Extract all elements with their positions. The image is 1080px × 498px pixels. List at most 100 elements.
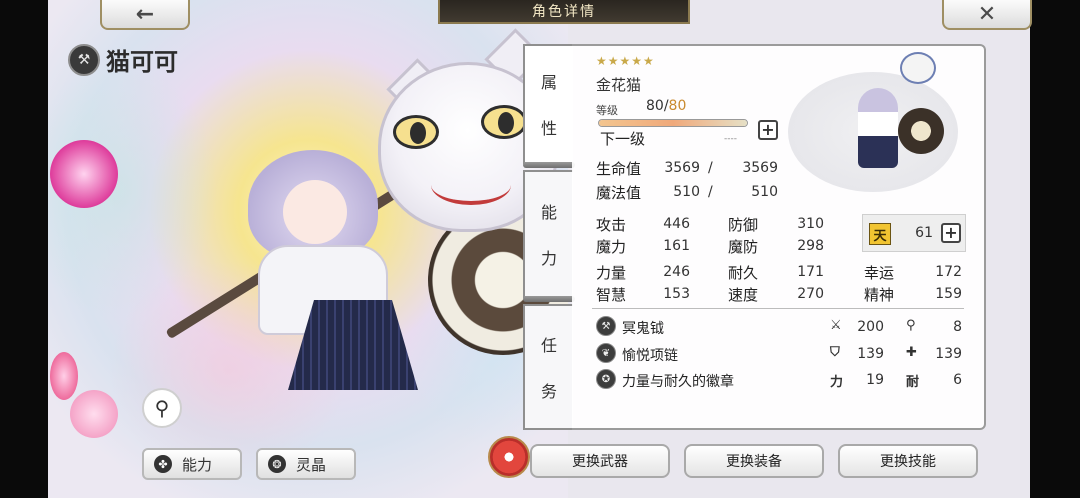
stat-speed-label: 速度 xyxy=(728,286,759,304)
tab-quest-label-2: 务 xyxy=(540,382,557,401)
equipment-necklace-stat1: 139 xyxy=(857,346,884,362)
tab-attributes-label-2: 性 xyxy=(540,119,557,138)
heaven-plus-button[interactable]: + xyxy=(941,223,961,243)
ability-icon: ✤ xyxy=(154,455,172,473)
equipment-badge-stat2: 6 xyxy=(953,372,962,388)
level-value: 80/80 xyxy=(646,98,687,114)
mask-eye-right xyxy=(481,105,527,139)
change-skill-button[interactable]: 更换技能 xyxy=(838,444,978,478)
stat-spirit-label: 精神 xyxy=(864,286,895,304)
change-equipment-button[interactable]: 更换装备 xyxy=(684,444,824,478)
tab-attributes[interactable]: 属 性 xyxy=(523,44,573,164)
level-up-plus-button[interactable]: + xyxy=(758,120,778,140)
stat-endurance-value: 171 xyxy=(797,264,824,280)
next-level-value: ---- xyxy=(724,134,737,144)
shield-icon: ⛉ xyxy=(830,345,840,360)
equipment-weapon-stat1: 200 xyxy=(857,319,884,335)
badge-icon: ✪ xyxy=(596,369,616,389)
heaven-stat-box: 天 61 + xyxy=(862,214,966,252)
equipment-necklace-name[interactable]: 愉悦项链 xyxy=(622,345,678,365)
tab-quest[interactable]: 任 务 xyxy=(523,304,573,430)
chibi-character xyxy=(858,88,898,168)
character-name: ⚒ 猫可可 xyxy=(68,42,178,77)
tab-ability-label-2: 力 xyxy=(540,249,557,268)
sword-icon: ⚔ xyxy=(830,318,842,333)
stat-spirit-value: 159 xyxy=(935,286,962,302)
chibi-preview xyxy=(788,52,968,194)
character-detail-screen: ← 角色详情 ✕ ⚒ 猫可可 ⚲ ✤ 能力 ❂ 灵晶 属 性 能 力 任 务 ★… xyxy=(0,0,1080,498)
hp-label: 生命值 xyxy=(596,160,642,178)
necklace-icon: ❦ xyxy=(596,343,616,363)
page-title: 角色详情 xyxy=(438,0,690,24)
stat-magic-defense-value: 298 xyxy=(797,238,824,254)
stat-strength-label: 力量 xyxy=(596,264,627,282)
tab-ability[interactable]: 能 力 xyxy=(523,170,573,298)
chibi-axe xyxy=(898,108,944,154)
character-face xyxy=(283,180,347,244)
tab-divider xyxy=(523,296,575,302)
crystal-label: 灵晶 xyxy=(296,455,327,474)
side-tabs: 属 性 能 力 任 务 xyxy=(523,44,575,430)
stat-magic-value: 161 xyxy=(663,238,690,254)
stat-magic-label: 魔力 xyxy=(596,238,627,256)
level-progress-bar xyxy=(598,119,748,127)
zoom-search-button[interactable]: ⚲ xyxy=(142,388,182,428)
stats-panel: ★★★★★ 金花猫 等级 80/80 下一级 ---- + 生命值 3569 /… xyxy=(572,44,986,430)
rarity-stars: ★★★★★ xyxy=(596,54,655,68)
endurance-glyph-icon: 耐 xyxy=(906,375,920,390)
lotus-orb-decoration xyxy=(70,390,118,438)
back-button[interactable]: ← xyxy=(100,0,190,30)
mask-eye-left xyxy=(393,115,439,149)
equipment-badge-name[interactable]: 力量与耐久的徽章 xyxy=(622,371,734,391)
crystal-button[interactable]: ❂ 灵晶 xyxy=(256,448,356,480)
staff-icon: ⚲ xyxy=(906,318,916,333)
back-arrow-icon: ← xyxy=(135,1,155,27)
stats-divider xyxy=(592,308,964,309)
pink-orb-decoration xyxy=(50,140,118,208)
tab-ability-label-1: 能 xyxy=(540,203,557,222)
stat-strength-value: 246 xyxy=(663,264,690,280)
shield-cross-icon: ✚ xyxy=(906,345,917,360)
hp-current: 3569 xyxy=(664,160,700,176)
equipment-necklace-stat2: 139 xyxy=(935,346,962,362)
stat-magic-defense-label: 魔防 xyxy=(728,238,759,256)
stat-speed-value: 270 xyxy=(797,286,824,302)
axe-icon: ⚒ xyxy=(596,316,616,336)
flower-orb-icon xyxy=(488,436,530,478)
tab-divider xyxy=(523,162,575,168)
close-button[interactable]: ✕ xyxy=(942,0,1032,30)
next-level-label: 下一级 xyxy=(600,130,646,148)
heaven-value: 61 xyxy=(915,225,933,241)
stat-attack-value: 446 xyxy=(663,216,690,232)
ability-button[interactable]: ✤ 能力 xyxy=(142,448,242,480)
equipment-weapon-stat2: 8 xyxy=(953,319,962,335)
stat-defense-label: 防御 xyxy=(728,216,759,234)
stat-endurance-label: 耐久 xyxy=(728,264,759,282)
pet-mascot-icon xyxy=(900,52,936,84)
equipment-weapon-name[interactable]: 冥鬼钺 xyxy=(622,318,664,338)
tab-quest-label-1: 任 xyxy=(540,336,557,355)
crystal-icon: ❂ xyxy=(268,455,286,473)
class-name: 金花猫 xyxy=(596,76,642,94)
mp-label: 魔法值 xyxy=(596,184,642,202)
level-current: 80 xyxy=(646,98,664,114)
strength-glyph-icon: 力 xyxy=(830,375,844,390)
mp-max: 510 xyxy=(751,184,778,200)
stat-luck-value: 172 xyxy=(935,264,962,280)
close-icon: ✕ xyxy=(977,1,997,27)
stat-defense-value: 310 xyxy=(797,216,824,232)
equipment-badge-stat1: 19 xyxy=(866,372,884,388)
character-name-text: 猫可可 xyxy=(106,48,178,76)
change-weapon-button[interactable]: 更换武器 xyxy=(530,444,670,478)
heaven-icon: 天 xyxy=(869,223,891,245)
stat-attack-label: 攻击 xyxy=(596,216,627,234)
ability-label: 能力 xyxy=(182,455,213,474)
stat-wisdom-value: 153 xyxy=(663,286,690,302)
stat-luck-label: 幸运 xyxy=(864,264,895,282)
tab-attributes-label-1: 属 xyxy=(540,73,557,92)
mp-current: 510 xyxy=(673,184,700,200)
search-icon: ⚲ xyxy=(154,396,170,420)
stat-wisdom-label: 智慧 xyxy=(596,286,627,304)
weapon-emblem-icon: ⚒ xyxy=(68,43,100,76)
level-max: 80 xyxy=(668,98,687,114)
